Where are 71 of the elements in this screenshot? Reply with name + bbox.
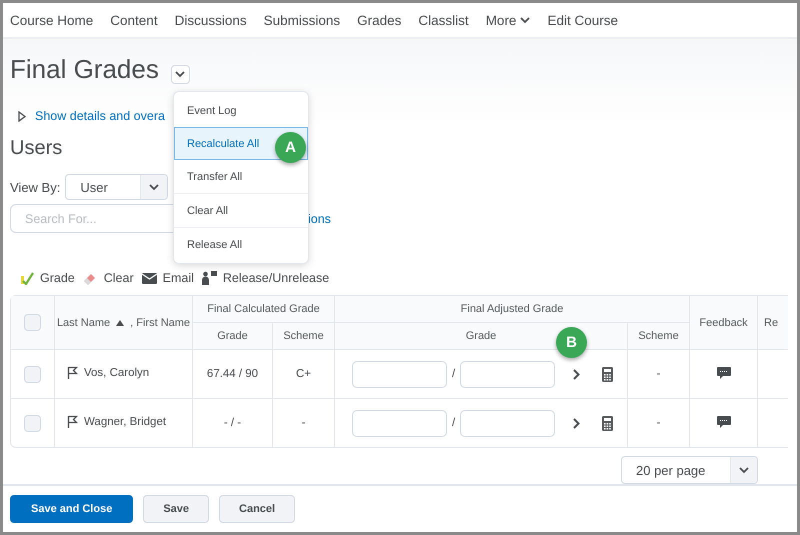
comment-icon[interactable] bbox=[716, 366, 731, 378]
grade-value: - / - bbox=[224, 417, 242, 429]
secondary-button[interactable]: Save bbox=[143, 495, 210, 523]
column-header: Feedback bbox=[690, 296, 758, 350]
toolbar-button[interactable]: Grade bbox=[20, 271, 75, 285]
per-page-select[interactable]: 20 per page bbox=[621, 456, 758, 484]
calculator-icon[interactable] bbox=[602, 416, 614, 430]
student-name: Wagner, Bridget bbox=[84, 416, 166, 428]
menu-item[interactable]: Clear All bbox=[174, 193, 308, 227]
comment-icon[interactable] bbox=[716, 416, 731, 428]
nav-link[interactable]: Submissions bbox=[264, 12, 340, 28]
search-options-link[interactable]: ions bbox=[308, 212, 331, 226]
chevron-icon bbox=[175, 70, 186, 78]
grade-input-field[interactable] bbox=[460, 410, 556, 436]
expand-triangle-icon[interactable] bbox=[18, 110, 26, 122]
secondary-button[interactable]: Cancel bbox=[219, 495, 296, 523]
menu-item[interactable]: Transfer All bbox=[174, 160, 308, 193]
chevron-right-icon[interactable] bbox=[573, 368, 580, 380]
caret-icon bbox=[149, 184, 160, 190]
scheme-value: - bbox=[302, 417, 306, 429]
column-header: Re bbox=[758, 296, 788, 350]
scheme-value: C+ bbox=[296, 368, 312, 380]
grade-input-field[interactable] bbox=[352, 410, 448, 436]
calculator-icon[interactable] bbox=[602, 366, 614, 382]
nav-menu[interactable]: More bbox=[486, 12, 530, 28]
view-by-label: View By: bbox=[10, 180, 60, 194]
caret-icon bbox=[739, 466, 749, 474]
primary-button[interactable]: Save and Close bbox=[10, 495, 134, 523]
column-header[interactable]: Last Name bbox=[56, 316, 110, 328]
toolbar-button[interactable]: Email bbox=[142, 271, 194, 285]
student-name: Vos, Carolyn bbox=[84, 366, 150, 378]
nav-link[interactable]: Grades bbox=[357, 12, 402, 28]
caret-icon bbox=[520, 16, 530, 24]
menu-item[interactable]: Event Log bbox=[174, 94, 308, 127]
flag-icon[interactable] bbox=[67, 415, 78, 428]
nav-link[interactable]: Classlist bbox=[418, 12, 469, 28]
menu-item[interactable]: Release All bbox=[174, 227, 308, 261]
separator-text: / bbox=[452, 368, 456, 380]
toolbar-button[interactable]: Release/Unrelease bbox=[202, 271, 330, 285]
column-header: Final Adjusted Grade bbox=[335, 296, 690, 323]
column-header: Grade bbox=[193, 323, 273, 350]
view-by-select[interactable]: User bbox=[65, 174, 168, 200]
column-header[interactable]: , First Name bbox=[130, 316, 190, 328]
nav-link[interactable]: Course Home bbox=[10, 12, 94, 28]
column-header: Scheme bbox=[273, 323, 336, 350]
actions-menu-button[interactable] bbox=[170, 64, 190, 84]
scheme-value: - bbox=[656, 368, 660, 380]
section-title: Users bbox=[10, 137, 62, 160]
column-header: Scheme bbox=[628, 323, 690, 350]
details-link[interactable]: Show details and overa bbox=[35, 109, 165, 123]
nav-link[interactable]: Content bbox=[110, 12, 158, 28]
eraser-icon bbox=[82, 272, 98, 284]
chevron-right-icon[interactable] bbox=[573, 418, 580, 428]
separator-text: / bbox=[452, 417, 456, 429]
nav-link[interactable]: Discussions bbox=[174, 12, 247, 28]
person-flag-icon bbox=[202, 271, 217, 285]
toolbar-button[interactable]: Clear bbox=[82, 271, 134, 285]
checkbox[interactable] bbox=[24, 366, 41, 382]
checkmark-icon bbox=[20, 271, 34, 285]
scheme-value: - bbox=[656, 417, 660, 429]
checkbox[interactable] bbox=[24, 414, 41, 432]
envelope-icon bbox=[142, 272, 157, 284]
column-header: Final Calculated Grade bbox=[193, 296, 336, 323]
grade-input-field[interactable] bbox=[352, 360, 448, 388]
grade-value: 67.44 / 90 bbox=[206, 368, 258, 380]
grade-input-field[interactable] bbox=[460, 360, 556, 388]
nav-link[interactable]: Edit Course bbox=[547, 12, 618, 28]
flag-icon[interactable] bbox=[67, 366, 78, 379]
page-title: Final Grades bbox=[10, 54, 159, 84]
checkbox[interactable] bbox=[24, 314, 41, 331]
sort-up-icon bbox=[116, 320, 124, 326]
